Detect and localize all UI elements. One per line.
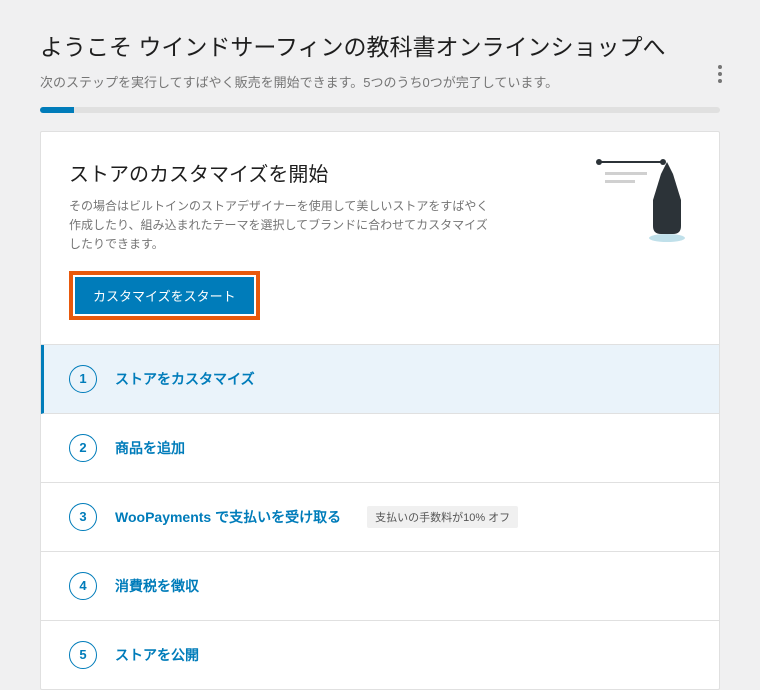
onboarding-card: ストアのカスタマイズを開始 その場合はビルトインのストアデザイナーを使用して美し… bbox=[40, 131, 720, 690]
card-description: その場合はビルトインのストアデザイナーを使用して美しいストアをすばやく作成したり… bbox=[69, 197, 489, 255]
card-header: ストアのカスタマイズを開始 その場合はビルトインのストアデザイナーを使用して美し… bbox=[41, 132, 719, 344]
step-number: 3 bbox=[69, 503, 97, 531]
step-item-publish[interactable]: 5 ストアを公開 bbox=[41, 621, 719, 689]
step-label: 商品を追加 bbox=[115, 438, 185, 458]
step-label: WooPayments で支払いを受け取る bbox=[115, 507, 341, 527]
step-label: ストアを公開 bbox=[115, 645, 199, 665]
step-label: 消費税を徴収 bbox=[115, 576, 199, 596]
discount-badge: 支払いの手数料が10% オフ bbox=[367, 506, 518, 528]
step-number: 4 bbox=[69, 572, 97, 600]
step-number: 1 bbox=[69, 365, 97, 393]
progress-bar bbox=[40, 107, 720, 113]
step-number: 2 bbox=[69, 434, 97, 462]
page-title: ようこそ ウインドサーフィンの教科書オンラインショップへ bbox=[40, 28, 720, 62]
step-item-woopayments[interactable]: 3 WooPayments で支払いを受け取る 支払いの手数料が10% オフ bbox=[41, 483, 719, 552]
start-customize-button[interactable]: カスタマイズをスタート bbox=[75, 277, 254, 314]
step-list: 1 ストアをカスタマイズ 2 商品を追加 3 WooPayments で支払いを… bbox=[41, 344, 719, 689]
button-highlight-frame: カスタマイズをスタート bbox=[69, 271, 260, 320]
step-number: 5 bbox=[69, 641, 97, 669]
page-header: ようこそ ウインドサーフィンの教科書オンラインショップへ 次のステップを実行して… bbox=[0, 0, 760, 107]
step-item-tax[interactable]: 4 消費税を徴収 bbox=[41, 552, 719, 621]
kebab-menu-button[interactable] bbox=[708, 62, 732, 86]
step-item-customize[interactable]: 1 ストアをカスタマイズ bbox=[41, 345, 719, 414]
step-item-add-products[interactable]: 2 商品を追加 bbox=[41, 414, 719, 483]
step-label: ストアをカスタマイズ bbox=[115, 369, 255, 389]
progress-fill bbox=[40, 107, 74, 113]
pen-ruler-illustration-icon bbox=[591, 154, 691, 249]
page-subtitle: 次のステップを実行してすばやく販売を開始できます。5つのうち0つが完了しています… bbox=[40, 72, 720, 91]
